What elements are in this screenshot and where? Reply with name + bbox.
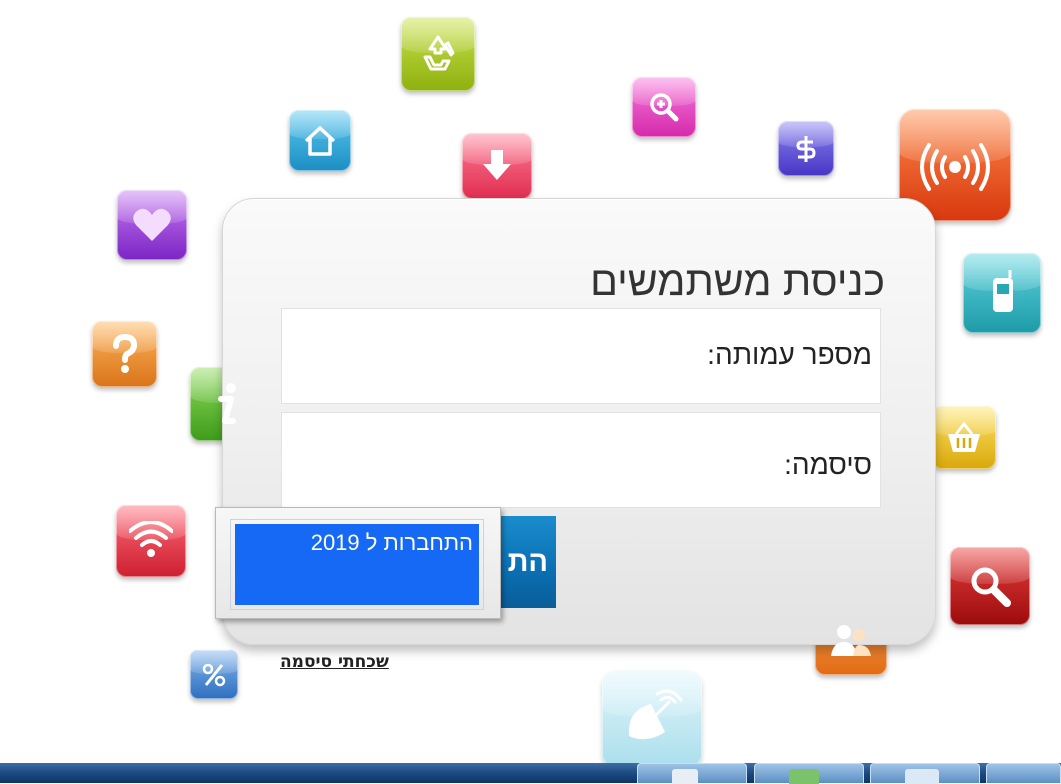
- password-field[interactable]: סיסמה:: [281, 412, 881, 508]
- download-arrow-icon: [462, 133, 532, 199]
- zoom-in-icon: [632, 77, 696, 137]
- shopping-basket-icon: [932, 406, 996, 469]
- home-icon: [289, 110, 351, 171]
- login-title: כניסת משתמשים: [590, 258, 885, 304]
- percent-icon: [190, 650, 238, 699]
- recycle-icon: [401, 17, 475, 91]
- document-icon: [672, 769, 698, 784]
- heart-icon: [117, 190, 187, 260]
- question-mark-icon: [92, 321, 157, 387]
- mobile-phone-icon: [963, 253, 1041, 333]
- login-tooltip: התחברות ל 2019: [215, 507, 501, 619]
- satellite-dish-icon: [602, 670, 702, 768]
- forgot-password-link[interactable]: שכחתי סיסמה: [280, 652, 389, 672]
- tooltip-suggestion[interactable]: התחברות ל 2019: [235, 524, 479, 605]
- tooltip-text: התחברות ל 2019: [310, 530, 473, 555]
- broadcast-icon: [899, 109, 1011, 221]
- taskbar-button-window[interactable]: [870, 763, 980, 784]
- dollar-sign-icon: [778, 121, 834, 176]
- taskbar-button-extra[interactable]: [986, 763, 1061, 783]
- login-button[interactable]: הת: [498, 516, 556, 608]
- association-number-label: מספר עמותה:: [707, 339, 872, 370]
- app-icon: [789, 769, 819, 784]
- window-icon: [905, 769, 939, 784]
- wifi-icon: [116, 505, 186, 577]
- association-number-field[interactable]: מספר עמותה:: [281, 308, 881, 404]
- search-icon: [950, 547, 1030, 625]
- login-button-label: הת: [507, 546, 548, 578]
- taskbar-button-app[interactable]: [754, 763, 864, 784]
- password-label: סיסמה:: [784, 449, 872, 480]
- taskbar-button-document[interactable]: [637, 763, 747, 784]
